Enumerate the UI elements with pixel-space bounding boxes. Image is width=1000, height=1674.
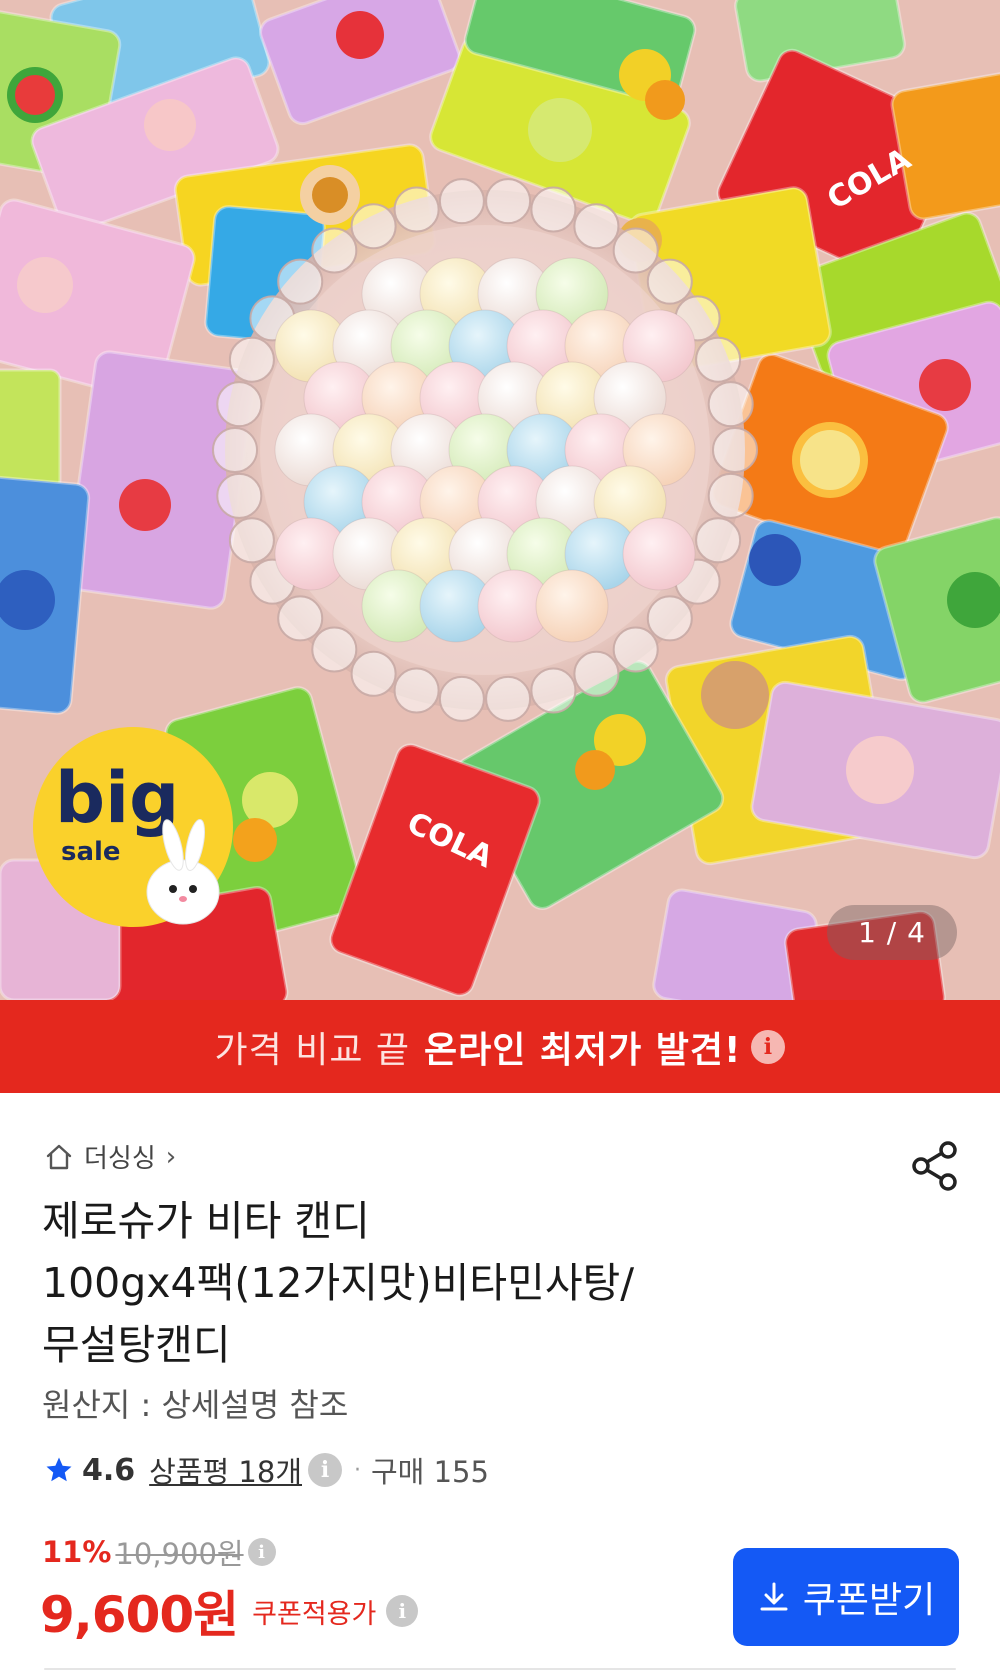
rating-score: 4.6: [82, 1452, 136, 1488]
divider: [44, 1668, 956, 1670]
info-icon[interactable]: i: [308, 1453, 342, 1487]
product-image-carousel[interactable]: COLA COLA big sale 1 / 4: [0, 0, 1000, 1000]
download-icon: [760, 1582, 788, 1611]
info-icon[interactable]: i: [386, 1595, 419, 1627]
banner-highlight: 온라인 최저가 발견!: [424, 1029, 742, 1071]
product-title-line: 제로슈가 비타 캔디: [42, 1197, 370, 1245]
coupon-price-label: 쿠폰적용가: [252, 1598, 377, 1630]
rating-row: 4.6 상품평 18개 i · 구매 155: [44, 1448, 489, 1492]
svg-text:big: big: [55, 757, 179, 839]
info-icon[interactable]: i: [751, 1029, 786, 1064]
image-counter: 1 / 4: [827, 905, 957, 960]
price-row: 9,600원 쿠폰적용가 i: [40, 1576, 419, 1646]
svg-text:sale: sale: [61, 837, 121, 867]
product-title-line: 100gx4팩(12가지맛)비타민사탕/: [42, 1259, 635, 1307]
chevron-right-icon: ›: [165, 1141, 177, 1172]
reviews-link[interactable]: 상품평 18개: [149, 1449, 302, 1491]
separator-dot: ·: [354, 1457, 361, 1483]
product-title-line: 무설탕캔디: [42, 1321, 231, 1369]
discount-percent: 11%: [42, 1535, 112, 1569]
big-sale-badge: big sale: [33, 727, 233, 927]
get-coupon-button[interactable]: 쿠폰받기: [733, 1548, 959, 1646]
banner-prefix: 가격 비교 끝: [214, 1029, 411, 1071]
origin-info: 원산지 : 상세설명 참조: [42, 1386, 349, 1424]
original-price: 10,900원: [115, 1537, 244, 1571]
product-title: 제로슈가 비타 캔디 100gx4팩(12가지맛)비타민사탕/ 무설탕캔디: [42, 1190, 802, 1376]
share-icon[interactable]: [910, 1140, 960, 1192]
purchase-count: 구매 155: [371, 1455, 489, 1489]
get-coupon-label: 쿠폰받기: [802, 1580, 936, 1621]
sale-price: 9,600원: [40, 1586, 239, 1644]
home-icon: [46, 1144, 72, 1169]
star-icon: [46, 1457, 72, 1482]
discount-row: 11% 10,900원 i: [42, 1532, 276, 1572]
store-name: 더싱싱: [84, 1144, 156, 1174]
info-icon[interactable]: i: [247, 1538, 276, 1566]
store-link[interactable]: 더싱싱 ›: [44, 1138, 176, 1175]
lowest-price-banner[interactable]: 가격 비교 끝 온라인 최저가 발견! i: [0, 1000, 1000, 1093]
